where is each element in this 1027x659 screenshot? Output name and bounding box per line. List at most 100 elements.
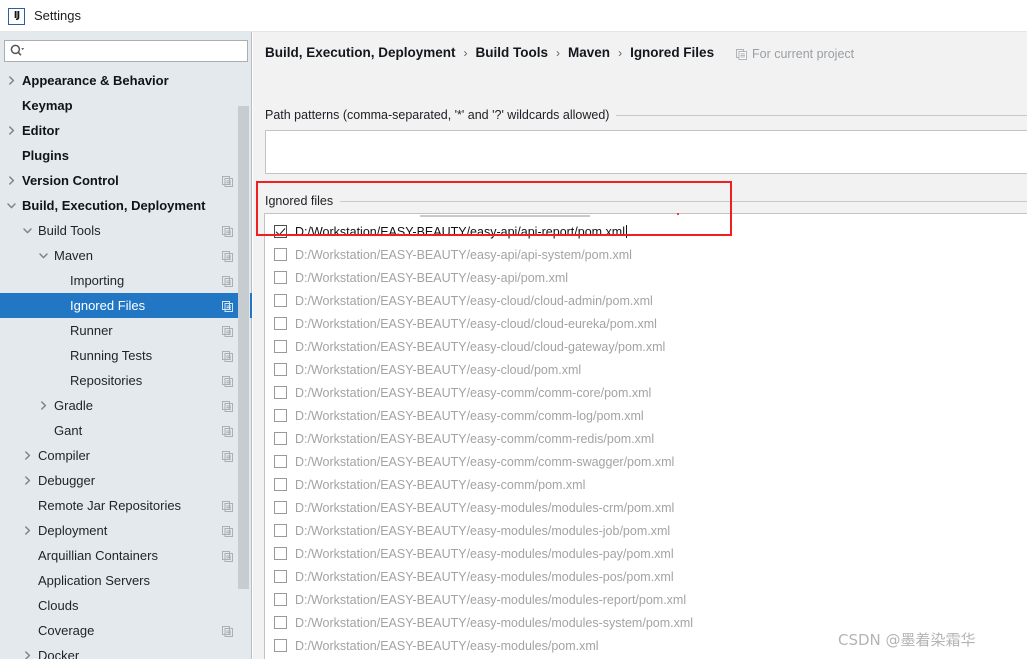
ignored-file-row[interactable]: D:/Workstation/EASY-BEAUTY/easy-comm/com… [265,381,1027,404]
ignored-file-row[interactable]: D:/Workstation/EASY-BEAUTY/easy-modules/… [265,542,1027,565]
ignored-file-row[interactable]: D:/Workstation/EASY-BEAUTY/easy-cloud/cl… [265,289,1027,312]
ignored-file-row[interactable]: D:/Workstation/EASY-BEAUTY/easy-api/api-… [265,243,1027,266]
sidebar-item-docker[interactable]: Docker [0,643,252,659]
sidebar-item-debugger[interactable]: Debugger [0,468,252,493]
chevron-down-icon[interactable] [38,250,49,261]
checkbox-unchecked-icon[interactable] [274,363,287,376]
ignored-file-row[interactable]: D:/Workstation/EASY-BEAUTY/easy-api/pom.… [265,266,1027,289]
ignored-file-row[interactable]: D:/Workstation/EASY-BEAUTY/easy-modules/… [265,588,1027,611]
breadcrumb-item[interactable]: Ignored Files [630,45,714,60]
sidebar-item-clouds[interactable]: Clouds [0,593,252,618]
copy-settings-icon[interactable] [222,225,233,237]
checkbox-unchecked-icon[interactable] [274,340,287,353]
chevron-right-icon[interactable] [22,650,33,659]
sidebar-item-coverage[interactable]: Coverage [0,618,252,643]
copy-settings-icon[interactable] [222,625,233,637]
sidebar-item-plugins[interactable]: Plugins [0,143,252,168]
sidebar-item-runner[interactable]: Runner [0,318,252,343]
sidebar-item-gant[interactable]: Gant [0,418,252,443]
chevron-right-icon[interactable] [6,125,17,136]
sidebar-item-ignored-files[interactable]: Ignored Files [0,293,252,318]
checkbox-unchecked-icon[interactable] [274,547,287,560]
checkbox-unchecked-icon[interactable] [274,524,287,537]
chevron-down-icon[interactable] [6,200,17,211]
copy-settings-icon[interactable] [222,275,233,287]
checkbox-checked-icon[interactable] [274,225,287,238]
ignored-file-row[interactable]: D:/Workstation/EASY-BEAUTY/easy-cloud/cl… [265,335,1027,358]
checkbox-unchecked-icon[interactable] [274,248,287,261]
settings-search-box[interactable] [4,40,248,62]
sidebar-item-build-execution-deployment[interactable]: Build, Execution, Deployment [0,193,252,218]
checkbox-unchecked-icon[interactable] [274,409,287,422]
breadcrumb-item[interactable]: Maven [568,45,610,60]
sidebar-item-appearance-behavior[interactable]: Appearance & Behavior [0,68,252,93]
checkbox-unchecked-icon[interactable] [274,639,287,652]
copy-settings-icon[interactable] [222,250,233,262]
copy-settings-icon[interactable] [222,500,233,512]
checkbox-unchecked-icon[interactable] [274,501,287,514]
ignored-file-row[interactable]: D:/Workstation/EASY-BEAUTY/easy-comm/com… [265,450,1027,473]
sidebar-item-running-tests[interactable]: Running Tests [0,343,252,368]
checkbox-unchecked-icon[interactable] [274,616,287,629]
chevron-right-icon[interactable] [22,450,33,461]
copy-settings-icon[interactable] [222,175,233,187]
sidebar-item-application-servers[interactable]: Application Servers [0,568,252,593]
copy-settings-icon[interactable] [222,400,233,412]
ignored-file-row[interactable]: D:/Workstation/EASY-BEAUTY/easy-modules/… [265,519,1027,542]
sidebar-item-remote-jar-repositories[interactable]: Remote Jar Repositories [0,493,252,518]
chevron-right-icon[interactable] [22,525,33,536]
chevron-right-icon[interactable] [22,475,33,486]
breadcrumb-item[interactable]: Build Tools [476,45,549,60]
sidebar-item-compiler[interactable]: Compiler [0,443,252,468]
checkbox-unchecked-icon[interactable] [274,570,287,583]
ignored-file-row[interactable]: D:/Workstation/EASY-BEAUTY/easy-comm/pom… [265,473,1027,496]
checkbox-unchecked-icon[interactable] [274,478,287,491]
checkbox-unchecked-icon[interactable] [274,455,287,468]
copy-settings-icon[interactable] [222,525,233,537]
copy-settings-icon[interactable] [222,325,233,337]
checkbox-unchecked-icon[interactable] [274,386,287,399]
checkbox-unchecked-icon[interactable] [274,294,287,307]
ignored-file-row[interactable]: D:/Workstation/EASY-BEAUTY/easy-cloud/cl… [265,312,1027,335]
copy-settings-icon[interactable] [222,550,233,562]
ignored-file-path: D:/Workstation/EASY-BEAUTY/easy-comm/com… [295,408,644,423]
chevron-right-icon[interactable] [6,175,17,186]
ignored-file-row[interactable]: D:/Workstation/EASY-BEAUTY/easy-comm/com… [265,404,1027,427]
sidebar-item-version-control[interactable]: Version Control [0,168,252,193]
checkbox-unchecked-icon[interactable] [274,317,287,330]
checkbox-unchecked-icon[interactable] [274,271,287,284]
sidebar-item-repositories[interactable]: Repositories [0,368,252,393]
sidebar-item-label: Gant [54,423,83,438]
breadcrumb-item[interactable]: Build, Execution, Deployment [265,45,456,60]
ignored-files-list[interactable]: D:/Workstation/EASY-BEAUTY/easy-api/api-… [264,213,1027,659]
chevron-down-icon[interactable] [22,225,33,236]
sidebar-item-maven[interactable]: Maven [0,243,252,268]
sidebar-item-build-tools[interactable]: Build Tools [0,218,252,243]
copy-settings-icon[interactable] [222,300,233,312]
sidebar-scrollbar-thumb[interactable] [238,106,249,589]
sidebar-item-keymap[interactable]: Keymap [0,93,252,118]
checkbox-unchecked-icon[interactable] [274,593,287,606]
ignored-file-row[interactable]: D:/Workstation/EASY-BEAUTY/easy-comm/com… [265,427,1027,450]
chevron-right-icon[interactable] [38,400,49,411]
ignored-file-path: D:/Workstation/EASY-BEAUTY/easy-cloud/cl… [295,293,653,308]
ignored-file-row[interactable]: D:/Workstation/EASY-BEAUTY/easy-modules/… [265,565,1027,588]
path-patterns-input[interactable] [265,130,1027,174]
search-input[interactable] [25,44,225,58]
sidebar-scrollbar-track[interactable] [238,68,250,659]
breadcrumb: Build, Execution, Deployment › Build Tools… [265,45,714,60]
copy-settings-icon[interactable] [222,425,233,437]
copy-settings-icon[interactable] [222,375,233,387]
chevron-right-icon[interactable] [6,75,17,86]
copy-settings-icon[interactable] [222,350,233,362]
sidebar-item-deployment[interactable]: Deployment [0,518,252,543]
copy-settings-icon[interactable] [222,450,233,462]
sidebar-item-gradle[interactable]: Gradle [0,393,252,418]
ignored-file-row[interactable]: D:/Workstation/EASY-BEAUTY/easy-api/api-… [265,220,1027,243]
sidebar-item-importing[interactable]: Importing [0,268,252,293]
checkbox-unchecked-icon[interactable] [274,432,287,445]
sidebar-item-arquillian-containers[interactable]: Arquillian Containers [0,543,252,568]
ignored-file-row[interactable]: D:/Workstation/EASY-BEAUTY/easy-modules/… [265,496,1027,519]
sidebar-item-editor[interactable]: Editor [0,118,252,143]
ignored-file-row[interactable]: D:/Workstation/EASY-BEAUTY/easy-cloud/po… [265,358,1027,381]
